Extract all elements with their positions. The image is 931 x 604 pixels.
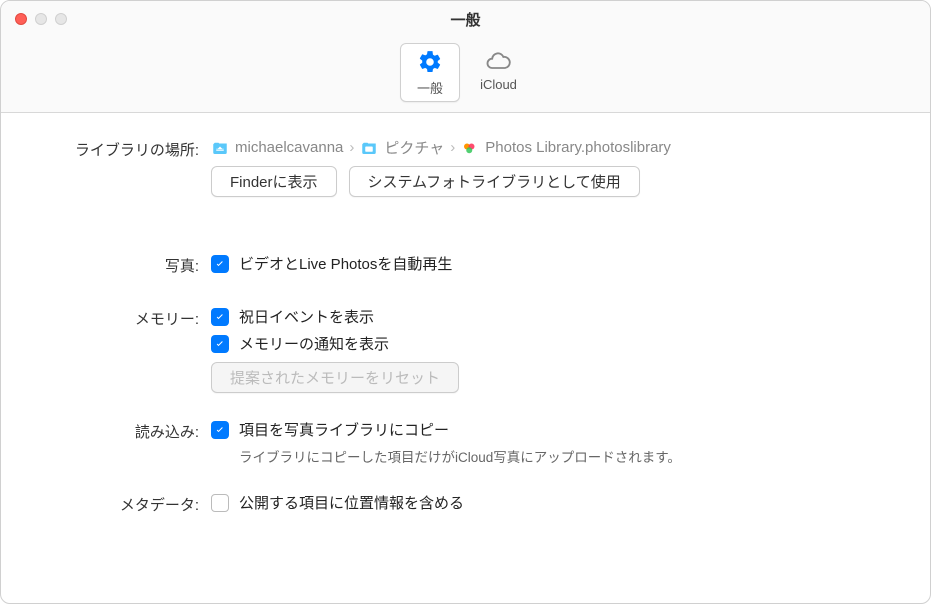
memories-section-label: メモリー: — [41, 306, 211, 393]
gear-icon — [416, 48, 444, 76]
close-window-button[interactable] — [15, 13, 27, 25]
tab-label: 一般 — [417, 78, 443, 97]
show-memory-notifications-label: メモリーの通知を表示 — [239, 333, 389, 354]
show-holidays-checkbox[interactable] — [211, 308, 229, 326]
content-area: ライブラリの場所: michaelcavanna › ピクチャ › — [1, 113, 930, 519]
breadcrumb-segment: Photos Library.photoslibrary — [485, 139, 671, 156]
photos-section-label: 写真: — [41, 253, 211, 280]
tab-general[interactable]: 一般 — [400, 43, 460, 102]
autoplay-label: ビデオとLive Photosを自動再生 — [239, 253, 452, 274]
library-location-label: ライブラリの場所: — [41, 137, 211, 227]
photos-library-icon — [461, 139, 479, 157]
tab-icloud[interactable]: iCloud — [466, 43, 531, 102]
minimize-window-button[interactable] — [35, 13, 47, 25]
show-in-finder-button[interactable]: Finderに表示 — [211, 166, 337, 197]
breadcrumb-segment: michaelcavanna — [235, 139, 343, 156]
chevron-right-icon: › — [450, 139, 455, 156]
tab-label: iCloud — [480, 77, 517, 92]
reset-suggested-memories-button[interactable]: 提案されたメモリーをリセット — [211, 362, 459, 393]
titlebar: 一般 — [1, 1, 930, 37]
importing-section-label: 読み込み: — [41, 419, 211, 466]
home-folder-icon — [211, 139, 229, 157]
window-title: 一般 — [1, 9, 930, 30]
include-location-label: 公開する項目に位置情報を含める — [239, 492, 464, 513]
zoom-window-button[interactable] — [55, 13, 67, 25]
pictures-folder-icon — [360, 139, 378, 157]
cloud-icon — [484, 47, 512, 75]
use-as-system-library-button[interactable]: システムフォトライブラリとして使用 — [349, 166, 640, 197]
metadata-section-label: メタデータ: — [41, 492, 211, 519]
preferences-window: 一般 一般 iCloud ライブラリの場所: michaelcavan — [0, 0, 931, 604]
toolbar: 一般 iCloud — [1, 37, 930, 113]
chevron-right-icon: › — [349, 139, 354, 156]
library-path-breadcrumb: michaelcavanna › ピクチャ › Photos Library.p… — [211, 137, 890, 158]
include-location-checkbox[interactable] — [211, 494, 229, 512]
breadcrumb-segment: ピクチャ — [384, 137, 444, 158]
window-controls — [1, 13, 67, 25]
show-memory-notifications-checkbox[interactable] — [211, 335, 229, 353]
copy-items-checkbox[interactable] — [211, 421, 229, 439]
copy-items-label: 項目を写真ライブラリにコピー — [239, 419, 449, 440]
importing-helper-text: ライブラリにコピーした項目だけがiCloud写真にアップロードされます。 — [239, 446, 890, 466]
autoplay-checkbox[interactable] — [211, 255, 229, 273]
show-holidays-label: 祝日イベントを表示 — [239, 306, 374, 327]
